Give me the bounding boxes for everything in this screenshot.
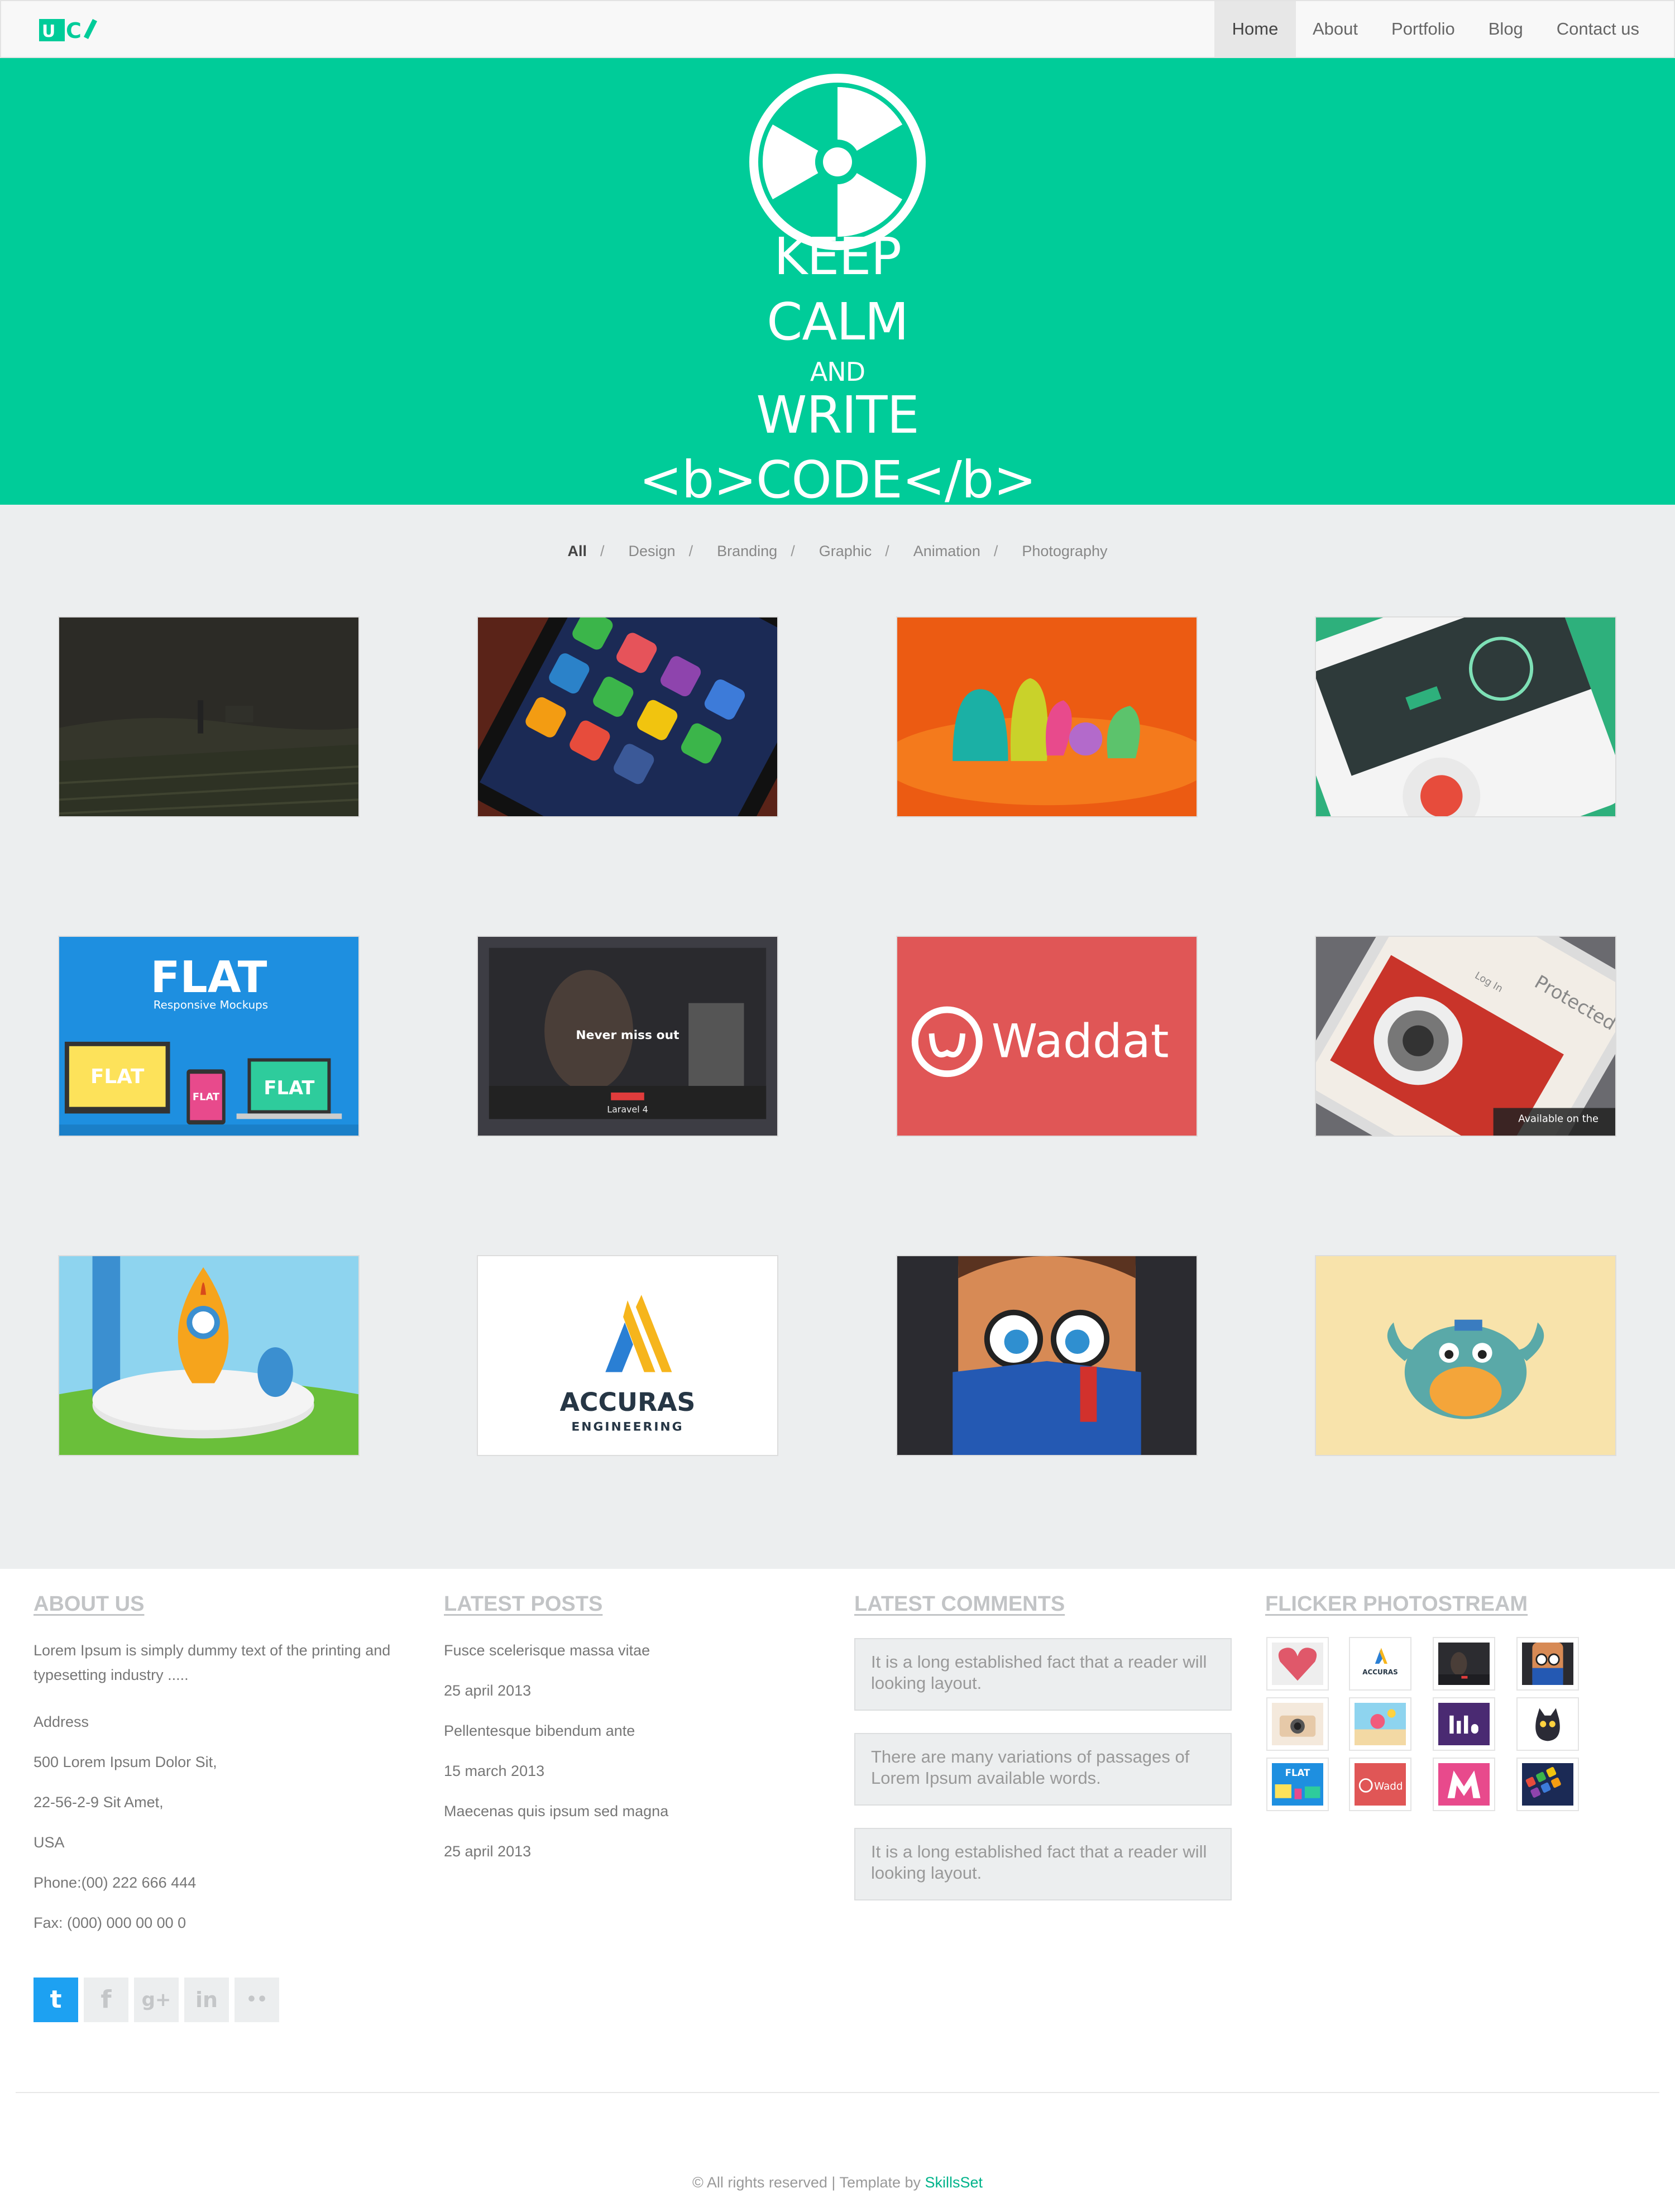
nav-contact-us[interactable]: Contact us — [1540, 1, 1656, 57]
slider-headline: Never miss out — [576, 1028, 679, 1042]
nav-portfolio[interactable]: Portfolio — [1375, 1, 1472, 57]
google-plus-icon[interactable]: g+ — [134, 1978, 179, 2022]
navbar: U C Home About Portfolio Blog Contact us — [0, 0, 1675, 58]
flickr-thumb-purple-logo[interactable] — [1433, 1697, 1495, 1751]
about-line: typesetting industry ..... — [34, 1667, 189, 1683]
facebook-icon[interactable]: f — [84, 1978, 128, 2022]
post-title-link[interactable]: Pellentesque bibendum ante — [444, 1718, 635, 1743]
post-date: 25 april 2013 — [444, 1843, 532, 1860]
copyright: © All rights reserved | Template by Skil… — [0, 2174, 1675, 2191]
portfolio-item-camera-login-app[interactable]: Protected Log In Available on the — [1315, 936, 1616, 1137]
camera-store-label: Available on the — [1518, 1113, 1599, 1124]
about-address-line: 22-56-2-9 Sit Amet, — [34, 1794, 164, 1811]
filter-branding[interactable]: Branding — [717, 543, 777, 559]
portfolio-item-clay-characters[interactable] — [896, 616, 1198, 817]
post-date: 15 march 2013 — [444, 1763, 545, 1779]
filter-design[interactable]: Design — [629, 543, 676, 559]
flickr-icon[interactable]: •• — [234, 1978, 279, 2022]
flickr-thumb-camera[interactable] — [1266, 1697, 1329, 1751]
accuras-wordmark: ACCURAS — [560, 1387, 696, 1417]
comment-box: There are many variations of passages of… — [854, 1733, 1232, 1806]
flickr-thumb-website[interactable] — [1433, 1637, 1495, 1691]
portfolio-item-rocket-illustration[interactable] — [58, 1255, 360, 1456]
hero-line-and: AND — [810, 357, 865, 387]
about-address-label: Address — [34, 1713, 89, 1730]
filter-all[interactable]: All — [568, 543, 587, 559]
post-title-link[interactable]: Maecenas quis ipsum sed magna — [444, 1799, 668, 1823]
slider-caption: Laravel 4 — [607, 1104, 648, 1114]
about-fax: Fax: (000) 000 00 00 0 — [34, 1914, 186, 1931]
footer-latest-posts-title: LATEST POSTS — [444, 1592, 603, 1616]
nav-home[interactable]: Home — [1214, 1, 1296, 57]
nav-about[interactable]: About — [1296, 1, 1375, 57]
flickr-thumb-nerd[interactable] — [1516, 1637, 1579, 1691]
hero-line-calm: CALM — [767, 292, 909, 352]
flickr-thumb-accuras[interactable]: ACCURAS — [1349, 1637, 1411, 1691]
linkedin-icon[interactable]: in — [184, 1978, 229, 2022]
mockup-flat-laptop: FLAT — [264, 1077, 314, 1099]
flickr-accuras-text: ACCURAS — [1362, 1668, 1398, 1676]
portfolio-item-flat-responsive-mockups[interactable]: FLAT Responsive Mockups FLAT FLAT FLAT — [58, 936, 360, 1137]
flickr-thumb-heart[interactable] — [1266, 1637, 1329, 1691]
filter-separator: / — [885, 543, 889, 559]
comment-box: It is a long established fact that a rea… — [854, 1638, 1232, 1711]
portfolio-item-website-slider-screenshot[interactable]: Never miss out Laravel 4 — [477, 936, 778, 1137]
about-address-country: USA — [34, 1834, 65, 1851]
footer-flicker-photostream-title: FLICKER PHOTOSTREAM — [1265, 1592, 1528, 1616]
radiation-icon — [747, 71, 928, 252]
brand-logo[interactable]: U C — [39, 16, 97, 45]
mockup-flat-title: FLAT — [151, 952, 267, 1003]
filter-graphic[interactable]: Graphic — [819, 543, 872, 559]
filter-separator: / — [688, 543, 693, 559]
flickr-thumb-m-logo[interactable] — [1433, 1758, 1495, 1811]
flickr-flat-text: FLAT — [1285, 1767, 1310, 1778]
post-title-link[interactable]: Fusce scelerisque massa vitae — [444, 1638, 650, 1663]
portfolio-item-phone-app-icons[interactable] — [477, 616, 778, 817]
portfolio-item-reading-nerd-icon[interactable] — [896, 1255, 1198, 1456]
comment-box: It is a long established fact that a rea… — [854, 1828, 1232, 1900]
copyright-text: © All rights reserved | Template by — [692, 2174, 925, 2191]
portfolio-item-green-phone-app[interactable] — [1315, 616, 1616, 817]
hero-banner: KEEP CALM AND WRITE <b>CODE</b> — [0, 58, 1675, 505]
hero-line-write: WRITE — [756, 385, 919, 445]
template-author-link[interactable]: SkillsSet — [925, 2174, 983, 2191]
about-phone: Phone:(00) 222 666 444 — [34, 1874, 197, 1891]
flickr-thumb-beach[interactable] — [1349, 1697, 1411, 1751]
filter-photography[interactable]: Photography — [1022, 543, 1107, 559]
filter-animation[interactable]: Animation — [913, 543, 980, 559]
twitter-icon[interactable]: t — [34, 1978, 78, 2022]
filter-separator: / — [993, 543, 998, 559]
portfolio-item-accuras-engineering-logo[interactable]: ACCURAS ENGINEERING — [477, 1255, 778, 1456]
mockup-flat-tablet: FLAT — [193, 1091, 220, 1103]
main-nav: Home About Portfolio Blog Contact us — [1214, 1, 1656, 57]
footer-divider — [16, 2092, 1659, 2093]
portfolio-filter: All / Design / Branding / Graphic / Animation / Ph… — [0, 537, 1675, 565]
about-description: Lorem Ipsum is simply dummy text of the … — [34, 1638, 424, 1687]
footer-about-title: ABOUT US — [34, 1592, 145, 1616]
hero-line-keep: KEEP — [773, 227, 902, 286]
svg-text:C: C — [66, 18, 82, 43]
accuras-subtitle: ENGINEERING — [571, 1420, 683, 1434]
svg-text:U: U — [42, 22, 55, 41]
hero-line-code: <b>CODE</b> — [639, 450, 1037, 505]
footer-latest-comments-title: LATEST COMMENTS — [854, 1592, 1065, 1616]
flickr-thumb-waddat[interactable]: Wadd — [1349, 1758, 1411, 1811]
about-address-line: 500 Lorem Ipsum Dolor Sit, — [34, 1754, 217, 1770]
nav-blog[interactable]: Blog — [1472, 1, 1540, 57]
mockup-flat-monitor: FLAT — [90, 1065, 145, 1088]
flickr-waddat-text: Wadd — [1374, 1780, 1403, 1792]
about-line: Lorem Ipsum is simply dummy text of the … — [34, 1642, 391, 1659]
flickr-thumb-flat[interactable]: FLAT — [1266, 1758, 1329, 1811]
post-date: 25 april 2013 — [444, 1682, 532, 1699]
flickr-thumb-app-icons[interactable] — [1516, 1758, 1579, 1811]
filter-separator: / — [600, 543, 605, 559]
flickr-thumb-black-cat[interactable] — [1516, 1697, 1579, 1751]
filter-separator: / — [791, 543, 795, 559]
portfolio-item-waddat-logo[interactable]: Waddat — [896, 936, 1198, 1137]
portfolio-item-crab-monster-illustration[interactable] — [1315, 1255, 1616, 1456]
portfolio-item-dark-vineyard-photo[interactable] — [58, 616, 360, 817]
mockup-subtitle: Responsive Mockups — [154, 999, 268, 1012]
waddat-wordmark: Waddat — [992, 1014, 1169, 1069]
